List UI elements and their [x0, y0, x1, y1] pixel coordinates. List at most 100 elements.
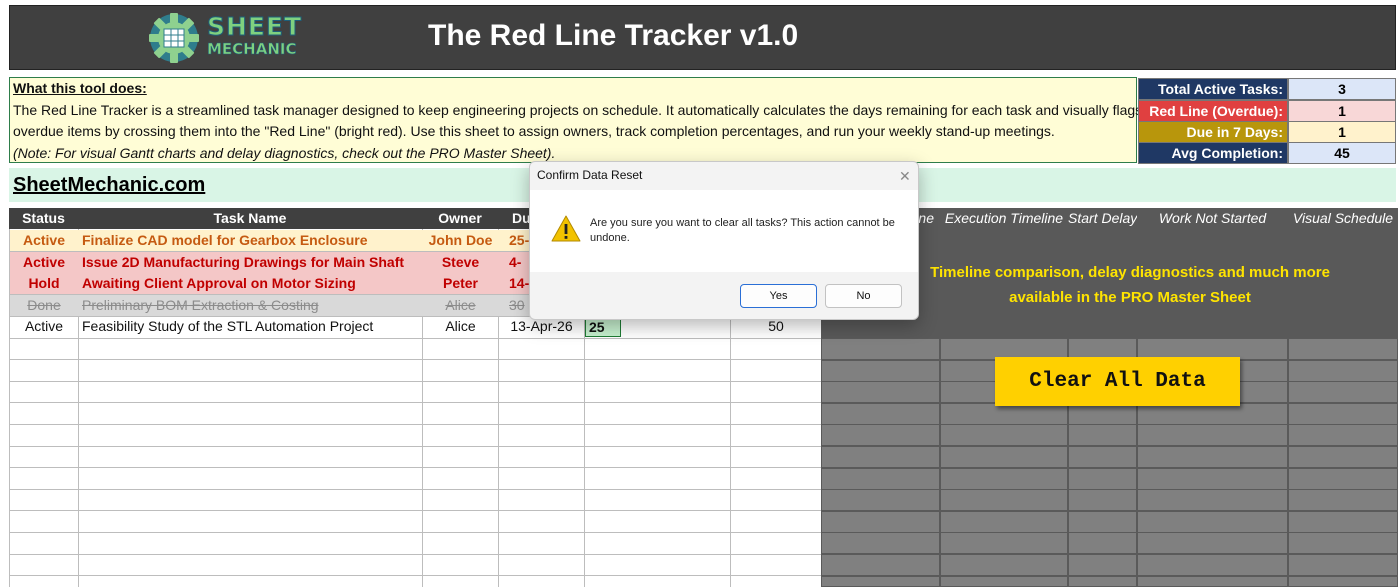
pro-grid-cell	[1137, 554, 1288, 576]
pro-grid-cell	[1288, 446, 1398, 468]
pro-grid-cell	[1068, 532, 1137, 554]
grid-line	[9, 359, 821, 360]
close-icon[interactable]: ✕	[893, 166, 913, 184]
status-cell[interactable]: Active	[10, 230, 78, 251]
column-header[interactable]: Status	[9, 208, 78, 229]
pro-grid-cell	[1068, 489, 1137, 511]
task-name-cell[interactable]: Finalize CAD model for Gearbox Enclosure	[79, 230, 422, 251]
warning-icon	[551, 215, 581, 242]
site-link[interactable]: SheetMechanic.com	[13, 174, 205, 197]
owner-cell[interactable]: Steve	[423, 252, 498, 273]
pro-grid-cell	[1068, 576, 1137, 587]
pro-grid-cell	[1068, 511, 1137, 533]
pro-grid-cell	[1137, 576, 1288, 587]
column-header[interactable]: Task Name	[78, 208, 422, 229]
task-name-cell[interactable]: Preliminary BOM Extraction & Costing	[79, 295, 422, 316]
grid-line	[9, 467, 821, 468]
dialog-message: Are you sure you want to clear all tasks…	[590, 217, 895, 244]
pro-grid-cell	[1137, 424, 1288, 446]
grid-line	[9, 554, 821, 555]
column-header[interactable]: Owner	[422, 208, 498, 229]
pro-grid-cell	[821, 511, 940, 533]
pro-grid-cell	[940, 489, 1068, 511]
grid-line	[9, 510, 821, 511]
grid-line	[9, 338, 821, 339]
pro-message-line: available in the PRO Master Sheet	[1009, 289, 1251, 306]
logo-wordmark-top: SHEET	[206, 12, 303, 42]
pro-grid-cell	[1137, 532, 1288, 554]
stat-value: 1	[1288, 100, 1396, 122]
pro-grid-cell	[940, 468, 1068, 490]
description-heading: What this tool does:	[13, 80, 147, 96]
pro-column-header: Start Delay	[1068, 210, 1137, 226]
pro-grid-cell	[1288, 532, 1398, 554]
logo-wordmark-bottom: MECHANIC	[207, 40, 297, 59]
pro-grid-cell	[940, 532, 1068, 554]
pro-grid-cell	[1288, 511, 1398, 533]
pro-grid-cell	[1288, 489, 1398, 511]
owner-cell[interactable]: Peter	[423, 273, 498, 294]
owner-cell[interactable]: Alice	[423, 295, 498, 316]
pro-grid-cell	[1137, 489, 1288, 511]
pro-grid-cell	[821, 360, 940, 382]
pro-grid-cell	[821, 554, 940, 576]
pro-grid-cell	[1288, 554, 1398, 576]
description-line: The Red Line Tracker is a streamlined ta…	[13, 102, 1143, 118]
pro-grid-cell	[1288, 424, 1398, 446]
grid-line	[9, 381, 821, 382]
pro-grid-cell	[821, 338, 940, 360]
status-cell[interactable]: Active	[10, 316, 78, 337]
pro-grid-cell	[940, 554, 1068, 576]
pro-grid-cell	[821, 403, 940, 425]
grid-line	[9, 532, 821, 533]
pro-grid-cell	[1068, 403, 1137, 425]
owner-cell[interactable]: Alice	[423, 316, 498, 337]
pro-grid-cell	[1068, 424, 1137, 446]
clear-all-data-button[interactable]: Clear All Data	[995, 357, 1240, 406]
stat-value: 45	[1288, 142, 1396, 164]
pro-column-header: Execution Timeline	[944, 210, 1064, 226]
pro-grid-cell	[940, 446, 1068, 468]
pro-grid-cell	[1288, 403, 1398, 425]
task-name-cell[interactable]: Awaiting Client Approval on Motor Sizing	[79, 273, 422, 294]
pro-grid-cell	[821, 446, 940, 468]
pro-grid-cell	[1288, 360, 1398, 382]
pro-grid-cell	[821, 381, 940, 403]
pro-grid-cell	[821, 576, 940, 587]
task-name-cell[interactable]: Feasibility Study of the STL Automation …	[79, 316, 422, 337]
pro-grid-cell	[1068, 554, 1137, 576]
pro-upsell-message: Timeline comparison, delay diagnostics a…	[860, 260, 1400, 310]
description-note: (Note: For visual Gantt charts and delay…	[13, 145, 556, 161]
grid-line	[9, 446, 821, 447]
stat-label: Avg Completion:	[1138, 142, 1288, 164]
dialog-title: Confirm Data Reset	[537, 168, 643, 182]
pro-column-header: Visual Schedule	[1292, 210, 1394, 226]
yes-button[interactable]: Yes	[740, 284, 817, 308]
pro-grid-cell	[1068, 468, 1137, 490]
pro-grid-cell	[940, 403, 1068, 425]
pro-grid-cell	[1137, 511, 1288, 533]
pro-grid-cell	[1288, 338, 1398, 360]
pro-grid-cell	[1288, 576, 1398, 587]
pro-grid-cell	[821, 489, 940, 511]
page-title: The Red Line Tracker v1.0	[428, 19, 799, 52]
pro-grid-cell	[1137, 403, 1288, 425]
grid-line	[9, 575, 821, 576]
pro-grid-cell	[940, 424, 1068, 446]
status-cell[interactable]: Done	[10, 295, 78, 316]
stat-label: Red Line (Overdue):	[1138, 100, 1288, 122]
no-button[interactable]: No	[825, 284, 902, 308]
status-cell[interactable]: Active	[10, 252, 78, 273]
stat-value: 1	[1288, 121, 1396, 143]
owner-cell[interactable]: John Doe	[423, 230, 498, 251]
pro-grid-cell	[940, 576, 1068, 587]
stat-label: Total Active Tasks:	[1138, 78, 1288, 100]
grid-line	[9, 402, 821, 403]
grid-line	[9, 489, 821, 490]
task-name-cell[interactable]: Issue 2D Manufacturing Drawings for Main…	[79, 252, 422, 273]
stat-label: Due in 7 Days:	[1138, 121, 1288, 143]
pro-grid-cell	[1137, 468, 1288, 490]
gear-icon	[149, 13, 199, 63]
pro-grid-cell	[821, 532, 940, 554]
status-cell[interactable]: Hold	[10, 273, 78, 294]
